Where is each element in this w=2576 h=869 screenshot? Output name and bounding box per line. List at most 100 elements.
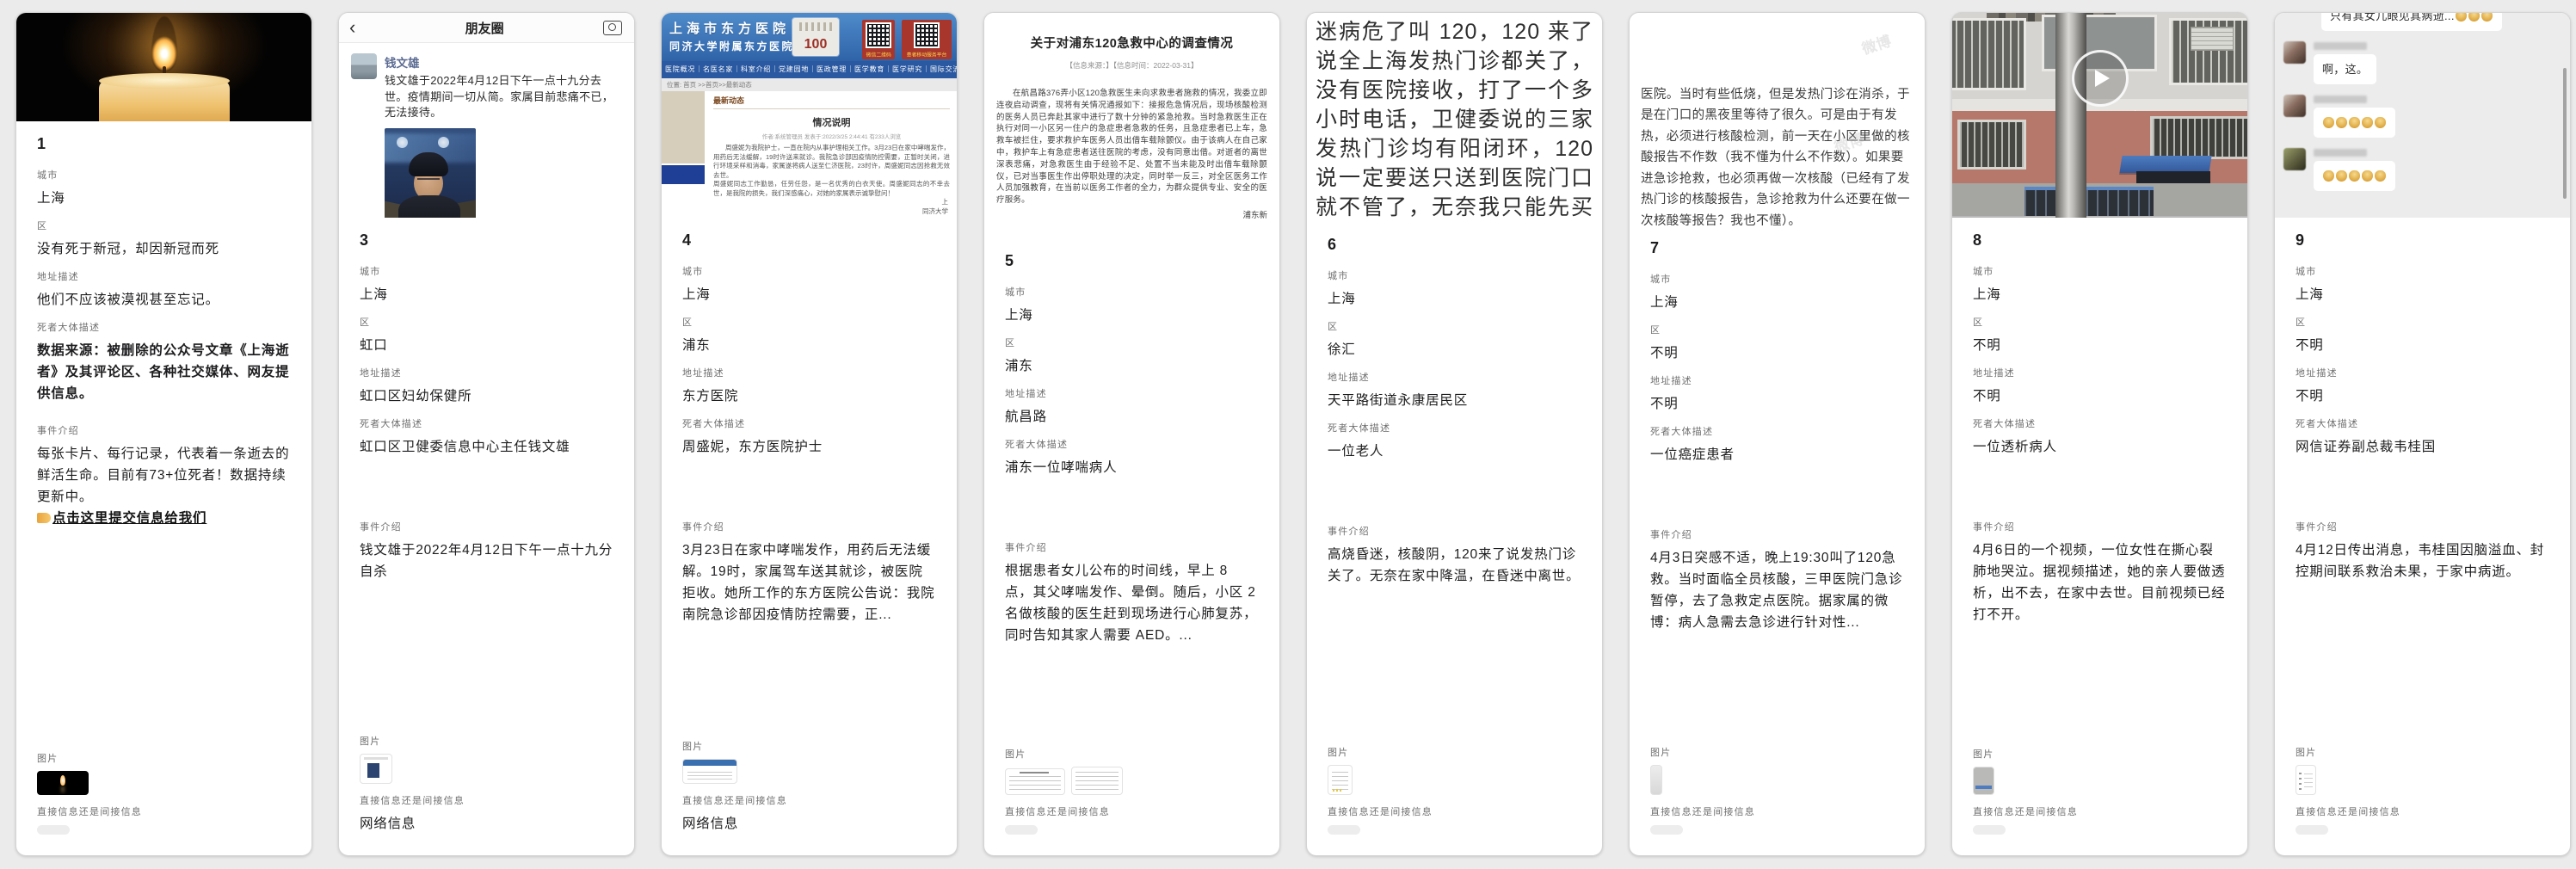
attachment-thumbnail[interactable]	[1071, 767, 1123, 795]
empty-value-pill	[1973, 825, 2006, 835]
site-navigation[interactable]: 医院概况｜名医名家｜科室介绍｜党建园地｜医政管理｜医学教育｜医学研究｜国际交流｜…	[662, 61, 957, 78]
field-label: 直接信息还是间接信息	[1650, 804, 1904, 818]
card-cover-hospital-website[interactable]: 上海市东方医院 同济大学附属东方医院 100 微信二维码 患者移动服务平台 医	[662, 13, 957, 218]
field-value: 不明	[1973, 335, 2227, 356]
field-label: 图片	[2296, 745, 2549, 759]
field-label: 区	[682, 315, 936, 329]
field-district: 区 浦东	[682, 315, 936, 356]
site-header: 上海市东方医院 同济大学附属东方医院 100 微信二维码 患者移动服务平台	[662, 13, 957, 61]
field-city: 城市 上海	[37, 168, 291, 209]
card-cover-wechat-moments[interactable]: ‹ 朋友圈 钱文雄 钱文雄于2022年4月12日下午一点十九分去世。疫情期间一切…	[339, 13, 634, 218]
report-meta: 【信息来源：】【信息时间：2022-03-31】	[996, 60, 1267, 71]
attachment-thumbnail[interactable]	[360, 754, 392, 784]
post-text: 钱文雄于2022年4月12日下午一点十九分去世。疫情期间一切从简。家属目前悲痛不…	[385, 73, 624, 121]
field-value: 徐汇	[1328, 339, 1581, 361]
back-icon[interactable]: ‹	[339, 15, 366, 40]
attachment-thumbnail[interactable]	[1973, 767, 1994, 795]
report-title: 关于对浦东120急救中心的调查情况	[996, 34, 1267, 52]
record-card[interactable]: 只有其女儿眼见其病逝... 啊，这。	[2274, 12, 2571, 856]
field-label: 城市	[360, 264, 613, 278]
field-event: 事件介绍 4月6日的一个视频，一位女性在撕心裂肺地哭泣。据视频描述，她的亲人要做…	[1973, 520, 2227, 634]
chat-sender-name-blurred	[2314, 149, 2367, 157]
qr-code: 患者移动服务平台	[902, 20, 952, 59]
field-label: 直接信息还是间接信息	[1973, 804, 2227, 818]
card-cover-video-still[interactable]	[1952, 13, 2247, 218]
card-cover-weibo-screenshot[interactable]: 微博 微博 医院。当时有些低烧，但是发热门诊在消杀，于是在门口的黑夜里等待了很久…	[1630, 13, 1925, 225]
record-card[interactable]: 1 城市 上海 区 没有死于新冠，却因新冠而死 地址描述 他们不应该被漠视甚至忘…	[15, 12, 312, 856]
section-title: 最新动态	[713, 95, 950, 109]
site-article: 最新动态 情况说明 作者:系统管理员 发表于:2022/3/25 2:44:41…	[705, 91, 957, 218]
field-label: 事件介绍	[37, 423, 291, 437]
field-info-type: 直接信息还是间接信息	[1973, 804, 2227, 835]
attachment-thumbnail[interactable]	[682, 759, 737, 784]
record-card[interactable]: ‹ 朋友圈 钱文雄 钱文雄于2022年4月12日下午一点十九分去世。疫情期间一切…	[338, 12, 635, 856]
record-card[interactable]: 上海市东方医院 同济大学附属东方医院 100 微信二维码 患者移动服务平台 医	[661, 12, 958, 856]
field-info-type: 直接信息还是间接信息 网络信息	[360, 793, 613, 835]
card-body: 9 城市 上海 区 不明 地址描述 不明 死者大体描述 网信证券副总裁韦桂国 事…	[2275, 218, 2570, 855]
breadcrumb: 位置: 首页 >>首页>>最新动态	[662, 78, 957, 91]
scrollbar[interactable]	[2563, 68, 2567, 199]
attachment-thumbnail[interactable]	[1650, 765, 1662, 795]
avatar	[351, 53, 377, 79]
card-body: 4 城市 上海 区 浦东 地址描述 东方医院 死者大体描述 周盛妮，东方医院护士…	[662, 218, 957, 855]
attachment-thumbnail[interactable]	[2296, 765, 2316, 795]
card-number: 9	[2296, 231, 2549, 250]
field-value: 不明	[1973, 385, 2227, 407]
field-value: 根据患者女儿公布的时间线，早上 8 点，其父哮喘发作、晕倒。随后，小区 2 名做…	[1005, 560, 1259, 655]
card-cover-wechat-chat[interactable]: 只有其女儿眼见其病逝... 啊，这。	[2275, 13, 2570, 218]
chat-message	[2314, 108, 2395, 138]
camera-icon[interactable]	[603, 21, 622, 35]
field-deceased: 死者大体描述 一位癌症患者	[1650, 424, 1904, 518]
field-label: 死者大体描述	[2296, 416, 2549, 430]
field-label: 图片	[1973, 747, 2227, 761]
card-number: 3	[360, 231, 613, 250]
field-city: 城市 上海	[360, 264, 613, 305]
field-value: 虹口区妇幼保健所	[360, 385, 613, 407]
announcement-meta: 作者:系统管理员 发表于:2022/3/25 2:44:41 有233人浏览	[713, 132, 950, 140]
record-card[interactable]: 关于对浦东120急救中心的调查情况 【信息来源：】【信息时间：2022-03-3…	[983, 12, 1280, 856]
submit-info-link[interactable]: 点击这里提交信息给我们	[37, 511, 206, 526]
field-info-type: 直接信息还是间接信息	[37, 804, 291, 835]
attachment-thumbnail[interactable]	[1005, 768, 1065, 795]
field-label: 地址描述	[1005, 386, 1259, 400]
attachment-thumbnail[interactable]	[1328, 765, 1353, 795]
field-address: 地址描述 虹口区妇幼保健所	[360, 366, 613, 407]
avatar	[2283, 148, 2306, 170]
field-label: 城市	[682, 264, 936, 278]
field-value: 4月6日的一个视频，一位女性在撕心裂肺地哭泣。据视频描述，她的亲人要做透析，出不…	[1973, 539, 2227, 634]
announcement-body: 周盛妮为我院护士，一直在院内从事护理相关工作。3月23日在家中哮喘发作，用药后无…	[713, 144, 950, 198]
field-value: 上海	[682, 284, 936, 305]
record-card[interactable]: 8 城市 上海 区 不明 地址描述 不明 死者大体描述 一位透析病人 事件介绍 …	[1951, 12, 2248, 856]
field-value: 不明	[1650, 342, 1904, 364]
avatar	[2283, 41, 2306, 64]
field-value: 4月3日突感不适，晚上19:30叫了120急救。当时面临全员核酸，三甲医院门急诊…	[1650, 547, 1904, 642]
field-event: 事件介绍 4月3日突感不适，晚上19:30叫了120急救。当时面临全员核酸，三甲…	[1650, 527, 1904, 642]
field-label: 城市	[2296, 264, 2549, 278]
card-cover-report-document[interactable]: 关于对浦东120急救中心的调查情况 【信息来源：】【信息时间：2022-03-3…	[984, 13, 1279, 238]
field-value: 上海	[2296, 284, 2549, 305]
report-signature: 浦东新	[996, 208, 1267, 220]
field-label: 城市	[1328, 268, 1581, 282]
field-value: 周盛妮，东方医院护士	[682, 436, 936, 510]
empty-value-pill	[2296, 825, 2328, 835]
card-number: 8	[1973, 231, 2227, 250]
post-photo	[385, 128, 476, 219]
attachment-thumbnail[interactable]	[37, 771, 89, 795]
record-card[interactable]: 微博 微博 医院。当时有些低烧，但是发热门诊在消杀，于是在门口的黑夜里等待了很久…	[1629, 12, 1926, 856]
announcement-title: 情况说明	[713, 115, 950, 129]
field-city: 城市 上海	[1328, 268, 1581, 310]
pray-emoji-icon	[2362, 170, 2373, 182]
card-cover-text-screenshot[interactable]: 迷病危了叫 120，120 来了说全上海发热门诊都关了，没有医院接收，打了一个多…	[1307, 13, 1602, 222]
field-value: 他们不应该被漠视甚至忘记。	[37, 289, 291, 311]
play-button-icon[interactable]	[2072, 50, 2129, 107]
field-info-type: 直接信息还是间接信息	[1328, 804, 1581, 835]
field-info-type: 直接信息还是间接信息	[1005, 804, 1259, 835]
record-card[interactable]: 迷病危了叫 120，120 来了说全上海发热门诊都关了，没有医院接收，打了一个多…	[1306, 12, 1603, 856]
field-images: 图片	[1328, 745, 1581, 795]
field-label: 直接信息还是间接信息	[1328, 804, 1581, 818]
field-label: 图片	[1650, 745, 1904, 759]
field-info-type: 直接信息还是间接信息	[2296, 804, 2549, 835]
field-label: 事件介绍	[2296, 520, 2549, 533]
card-cover-candle-photo[interactable]	[16, 13, 311, 121]
pray-emoji-icon	[2349, 117, 2360, 128]
